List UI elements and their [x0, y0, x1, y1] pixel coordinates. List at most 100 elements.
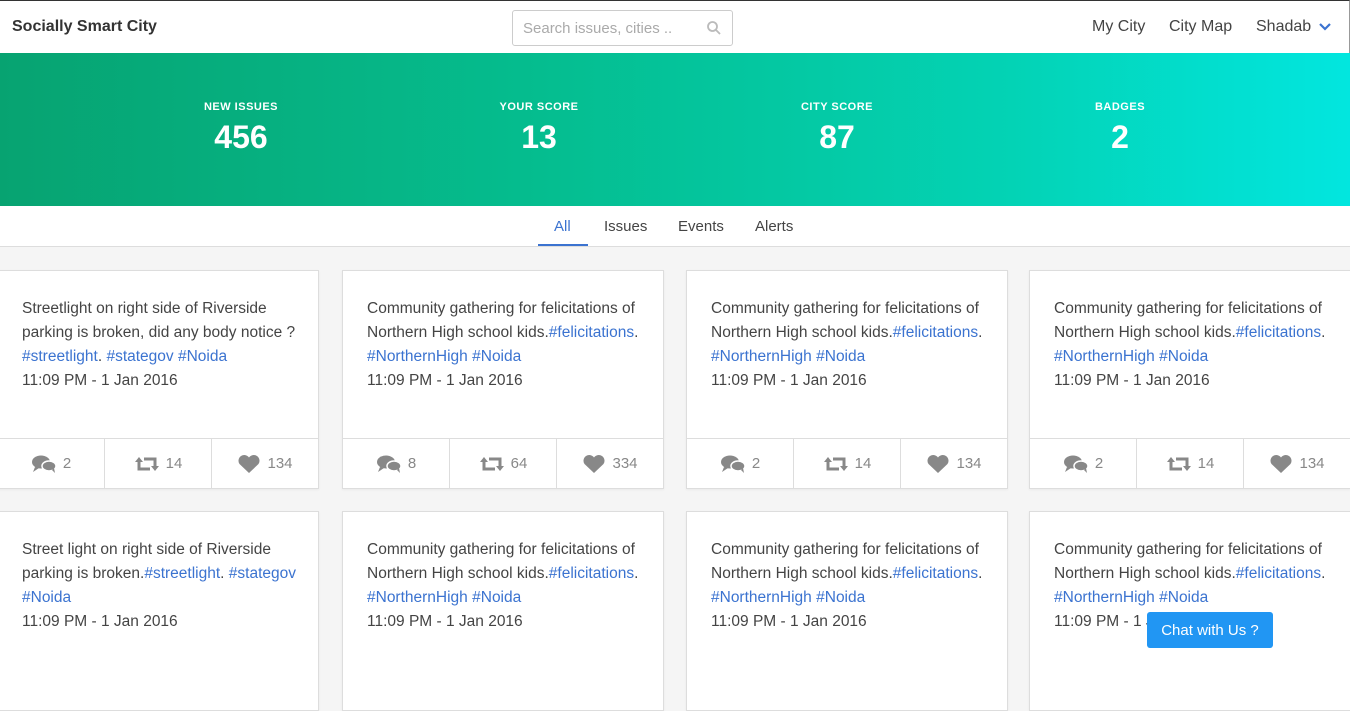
stat-label: CITY SCORE: [800, 101, 874, 113]
comment-icon: [720, 455, 746, 473]
hashtag-link[interactable]: #felicitations: [1236, 324, 1321, 341]
brand-title[interactable]: Socially Smart City: [12, 18, 157, 36]
hashtag-link[interactable]: #felicitations: [1236, 565, 1321, 582]
comment-button[interactable]: 2: [687, 439, 794, 488]
hashtag-link[interactable]: #NorthernHigh: [711, 348, 812, 365]
hashtag-link[interactable]: #Noida: [472, 348, 521, 365]
hashtag-link[interactable]: #felicitations: [549, 324, 634, 341]
stats-banner: NEW ISSUES 456 YOUR SCORE 13 CITY SCORE …: [0, 53, 1350, 206]
like-count: 334: [612, 455, 638, 472]
feed-card[interactable]: Community gathering for felicitations of…: [342, 511, 664, 711]
hashtag-link[interactable]: #Noida: [816, 589, 865, 606]
retweet-count: 14: [165, 455, 183, 472]
comment-count: 2: [751, 455, 761, 472]
hashtag-link[interactable]: #Noida: [22, 589, 71, 606]
hashtag-link[interactable]: #stategov: [229, 565, 296, 582]
card-actions: 2 14 134: [1030, 438, 1350, 488]
retweet-button[interactable]: 14: [105, 439, 212, 488]
comment-count: 2: [62, 455, 72, 472]
retweet-count: 64: [510, 455, 528, 472]
comment-button[interactable]: 2: [0, 439, 105, 488]
hashtag-link[interactable]: #felicitations: [893, 565, 978, 582]
hashtag-link[interactable]: #streetlight: [144, 565, 220, 582]
card-text: Community gathering for felicitations of…: [711, 297, 991, 393]
card-timestamp: 11:09 PM - 1 Jan 2016: [711, 372, 867, 389]
stat-label: NEW ISSUES: [203, 101, 279, 113]
like-button[interactable]: 134: [212, 439, 318, 488]
card-timestamp: 11:09 PM - 1 Jan 2016: [367, 613, 523, 630]
search-input[interactable]: [513, 11, 693, 45]
card-text: Community gathering for felicitations of…: [711, 538, 991, 634]
like-count: 134: [267, 455, 293, 472]
feed-card[interactable]: Street light on right side of Riverside …: [0, 511, 319, 711]
nav-my-city[interactable]: My City: [1092, 18, 1145, 36]
search-icon[interactable]: [706, 20, 722, 36]
nav-city-map[interactable]: City Map: [1169, 18, 1232, 36]
hashtag-link[interactable]: #felicitations: [893, 324, 978, 341]
retweet-button[interactable]: 64: [450, 439, 557, 488]
card-actions: 8 64 334: [343, 438, 663, 488]
like-count: 134: [956, 455, 982, 472]
search-box[interactable]: [512, 10, 733, 46]
user-menu[interactable]: Shadab: [1256, 18, 1311, 36]
hashtag-link[interactable]: #Noida: [178, 348, 227, 365]
feed-card[interactable]: Community gathering for felicitations of…: [686, 511, 1008, 711]
feed-card[interactable]: Community gathering for felicitations of…: [686, 270, 1008, 489]
card-timestamp: 11:09 PM - 1 Jan 2016: [1054, 372, 1210, 389]
feed-tabs: All Issues Events Alerts: [0, 206, 1350, 247]
hashtag-link[interactable]: #Noida: [1159, 348, 1208, 365]
comment-button[interactable]: 2: [1030, 439, 1137, 488]
like-count: 134: [1299, 455, 1325, 472]
stat-value: 87: [819, 119, 855, 155]
comment-count: 8: [407, 455, 417, 472]
hashtag-link[interactable]: #NorthernHigh: [1054, 589, 1155, 606]
hashtag-link[interactable]: #stategov: [106, 348, 173, 365]
hashtag-link[interactable]: #Noida: [472, 589, 521, 606]
active-tab-indicator: [538, 244, 588, 246]
retweet-button[interactable]: 14: [794, 439, 901, 488]
card-actions: 2 14 134: [0, 438, 318, 488]
comment-icon: [376, 455, 402, 473]
like-button[interactable]: 134: [901, 439, 1007, 488]
retweet-icon: [823, 456, 848, 471]
tab-alerts[interactable]: Alerts: [755, 218, 793, 235]
hashtag-link[interactable]: #NorthernHigh: [367, 348, 468, 365]
stat-label: BADGES: [1094, 101, 1146, 113]
stat-city-score: CITY SCORE 87: [737, 101, 937, 156]
chat-button[interactable]: Chat with Us ?: [1147, 612, 1273, 648]
hashtag-link[interactable]: #felicitations: [549, 565, 634, 582]
feed-card[interactable]: Community gathering for felicitations of…: [1029, 270, 1350, 489]
retweet-count: 14: [854, 455, 872, 472]
hashtag-link[interactable]: #NorthernHigh: [1054, 348, 1155, 365]
stat-label: YOUR SCORE: [499, 101, 579, 113]
hashtag-link[interactable]: #Noida: [816, 348, 865, 365]
heart-icon: [583, 454, 605, 473]
comment-count: 2: [1094, 455, 1104, 472]
stat-badges: BADGES 2: [1020, 101, 1220, 156]
like-button[interactable]: 134: [1244, 439, 1350, 488]
comment-button[interactable]: 8: [343, 439, 450, 488]
retweet-icon: [479, 456, 504, 471]
retweet-icon: [1166, 456, 1191, 471]
comment-icon: [1063, 455, 1089, 473]
feed-card[interactable]: Streetlight on right side of Riverside p…: [0, 270, 319, 489]
hashtag-link[interactable]: #Noida: [1159, 589, 1208, 606]
heart-icon: [927, 454, 949, 473]
hashtag-link[interactable]: #NorthernHigh: [367, 589, 468, 606]
retweet-count: 14: [1197, 455, 1215, 472]
card-text: Streetlight on right side of Riverside p…: [22, 297, 302, 393]
hashtag-link[interactable]: #streetlight: [22, 348, 98, 365]
card-timestamp: 11:09 PM - 1 Jan 2016: [367, 372, 523, 389]
hashtag-link[interactable]: #NorthernHigh: [711, 589, 812, 606]
retweet-icon: [134, 456, 159, 471]
tab-issues[interactable]: Issues: [604, 218, 647, 235]
feed-card[interactable]: Community gathering for felicitations of…: [1029, 511, 1350, 711]
tab-all[interactable]: All: [554, 218, 571, 235]
feed-card[interactable]: Community gathering for felicitations of…: [342, 270, 664, 489]
tab-events[interactable]: Events: [678, 218, 724, 235]
chevron-down-icon[interactable]: [1318, 22, 1332, 32]
card-timestamp: 11:09 PM - 1 Jan 2016: [711, 613, 867, 630]
like-button[interactable]: 334: [557, 439, 663, 488]
card-text: Community gathering for felicitations of…: [1054, 297, 1334, 393]
retweet-button[interactable]: 14: [1137, 439, 1244, 488]
